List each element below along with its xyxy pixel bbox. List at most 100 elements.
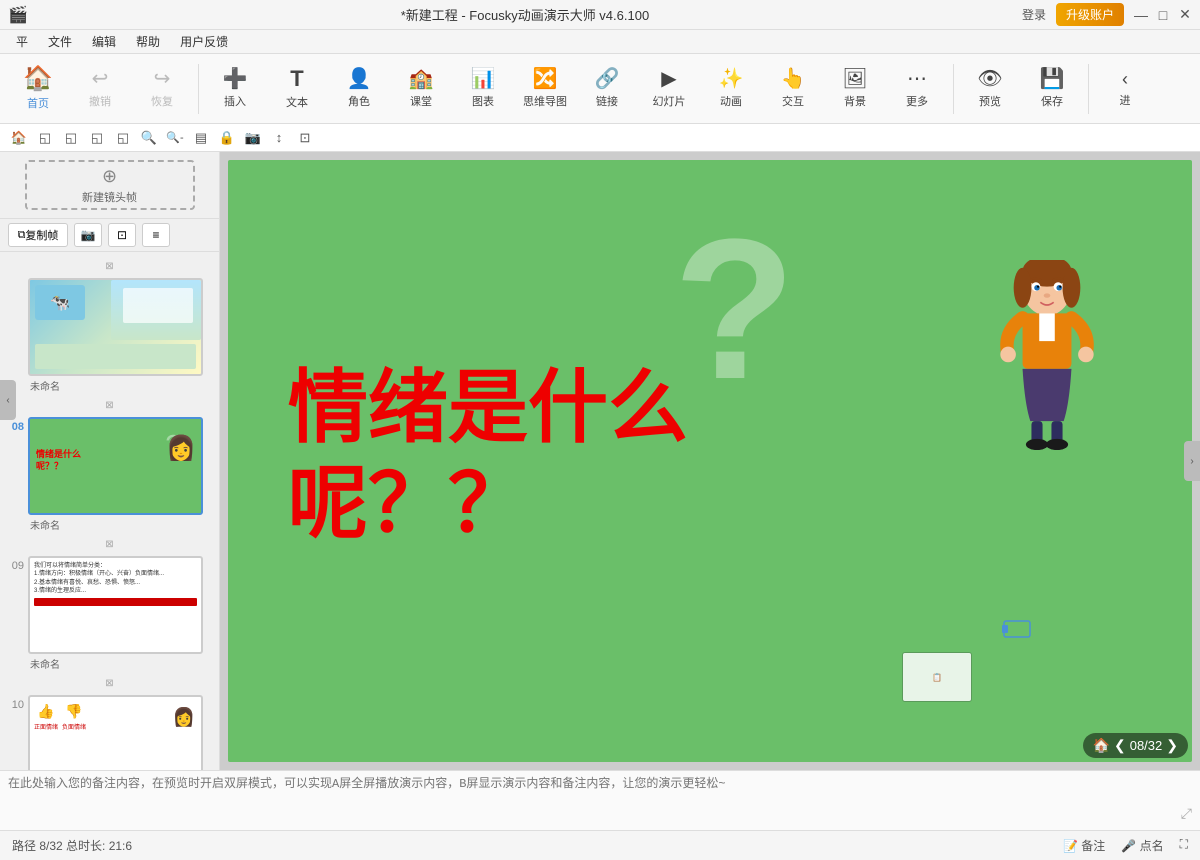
slide-thumbnail-9[interactable]: 我们可以将情绪简单分类： 1.情绪方向：积极情绪（开心、兴奋）负面情绪... 2… [28, 556, 203, 654]
sec-layout-btn[interactable]: ▤ [190, 127, 212, 149]
toolbar-classroom-label: 课堂 [410, 93, 432, 109]
sec-grid-btn[interactable]: ⊡ [294, 127, 316, 149]
notes-input[interactable] [8, 776, 1192, 826]
sec-align4-btn[interactable]: ◱ [112, 127, 134, 149]
slide-thumbnail-container-8[interactable]: ? 👩 情绪是什么 呢？？ 未命名 [28, 417, 215, 532]
copy-icon: ⧉ [18, 229, 26, 242]
slide-item-8[interactable]: 08 ? 👩 情绪是什么 呢？？ 未命名 [4, 415, 215, 534]
new-frame-button[interactable]: ⊕ 新建镜头帧 [25, 160, 195, 210]
slide-thumbnail-container-7[interactable]: 🐄 未命名 [28, 278, 215, 393]
slide-label-7: 未命名 [28, 378, 215, 393]
canvas[interactable]: ? 情绪是什么 呢？？ [228, 160, 1192, 762]
toolbar-more-label: 更多 [906, 93, 928, 109]
toolbar-chart[interactable]: 📊 图表 [453, 57, 513, 121]
menu-feedback[interactable]: 用户反馈 [172, 31, 236, 52]
fullscreen-btn[interactable]: ⛶ [1180, 837, 1188, 854]
sec-align1-btn[interactable]: ◱ [34, 127, 56, 149]
menu-file[interactable]: 文件 [40, 31, 80, 52]
nav-home-btn[interactable]: 🏠 [1093, 737, 1110, 754]
sec-zoom-out-btn[interactable]: 🔍- [164, 127, 186, 149]
slide-item-9[interactable]: 09 我们可以将情绪简单分类： 1.情绪方向：积极情绪（开心、兴奋）负面情绪..… [4, 554, 215, 673]
menu-ping[interactable]: 平 [8, 31, 36, 52]
menu-edit[interactable]: 编辑 [84, 31, 124, 52]
toolbar-undo[interactable]: ↩ 撤销 [70, 57, 130, 121]
toolbar-insert[interactable]: ➕ 插入 [205, 57, 265, 121]
slide-thumbnail-7[interactable]: 🐄 [28, 278, 203, 376]
close-button[interactable]: ✕ [1178, 8, 1192, 22]
slide-separator-7: ⊠ [4, 256, 215, 276]
toolbar-text[interactable]: T 文本 [267, 57, 327, 121]
nav-next-btn[interactable]: ❯ [1166, 737, 1178, 754]
slide-thumbnail-8[interactable]: ? 👩 情绪是什么 呢？？ [28, 417, 203, 515]
slideshow-icon: ▶ [661, 69, 676, 89]
toolbar-mindmap[interactable]: 🔀 思维导图 [515, 57, 575, 121]
options-frame-btn[interactable]: ≡ [142, 223, 170, 247]
toolbar-preview[interactable]: 👁 预览 [960, 57, 1020, 121]
sec-align3-btn[interactable]: ◱ [86, 127, 108, 149]
sec-lock-btn[interactable]: 🔒 [216, 127, 238, 149]
toolbar-redo-label: 恢复 [151, 93, 173, 109]
toolbar-background[interactable]: 🖼 背景 [825, 57, 885, 121]
sidebar-collapse-button[interactable]: ‹ [0, 380, 16, 420]
separator-icon-9: ⊠ [105, 539, 113, 550]
toolbar: 🏠 首页 ↩ 撤销 ↪ 恢复 ➕ 插入 T 文本 👤 角色 🏫 课堂 📊 图表 … [0, 54, 1200, 124]
slide-thumbnail-container-9[interactable]: 我们可以将情绪简单分类： 1.情绪方向：积极情绪（开心、兴奋）负面情绪... 2… [28, 556, 215, 671]
toolbar-classroom[interactable]: 🏫 课堂 [391, 57, 451, 121]
link-icon: 🔗 [595, 69, 620, 89]
toolbar-undo-label: 撤销 [89, 93, 111, 109]
new-frame-label: 新建镜头帧 [82, 189, 137, 205]
undo-icon: ↩ [92, 69, 109, 89]
notes-area: ⤢ [0, 770, 1200, 830]
character-icon: 👤 [347, 69, 372, 89]
slide-item-7[interactable]: 🐄 未命名 [4, 276, 215, 395]
toolbar-redo[interactable]: ↪ 恢复 [132, 57, 192, 121]
separator-icon-10: ⊠ [105, 678, 113, 689]
home-icon: 🏠 [23, 67, 53, 91]
toolbar-character[interactable]: 👤 角色 [329, 57, 389, 121]
toolbar-forward[interactable]: ‹ 进 [1095, 57, 1155, 121]
window-controls: — □ ✕ [1134, 8, 1192, 22]
sec-home-btn[interactable]: 🏠 [8, 127, 30, 149]
upgrade-button[interactable]: 升级账户 [1056, 3, 1124, 26]
maximize-button[interactable]: □ [1156, 8, 1170, 22]
minimize-button[interactable]: — [1134, 8, 1148, 22]
sidebar-toolbar: ⧉ 复制帧 📷 ⊡ ≡ [0, 219, 219, 252]
canvas-main-text[interactable]: 情绪是什么 呢？？ [288, 360, 688, 552]
toolbar-animation[interactable]: ✨ 动画 [701, 57, 761, 121]
toolbar-home[interactable]: 🏠 首页 [8, 57, 68, 121]
sec-zoom-in-btn[interactable]: 🔍 [138, 127, 160, 149]
slide-separator-9: ⊠ [4, 534, 215, 554]
sec-align2-btn[interactable]: ◱ [60, 127, 82, 149]
toolbar-insert-label: 插入 [224, 93, 246, 109]
sec-resize-btn[interactable]: ↕ [268, 127, 290, 149]
slide-number-10: 10 [4, 695, 24, 711]
camera-frame-btn[interactable]: 📷 [74, 223, 102, 247]
toolbar-slideshow[interactable]: ▶ 幻灯片 [639, 57, 699, 121]
toolbar-preview-label: 预览 [979, 93, 1001, 109]
toolbar-interact[interactable]: 👆 交互 [763, 57, 823, 121]
toolbar-save[interactable]: 💾 保存 [1022, 57, 1082, 121]
menu-help[interactable]: 帮助 [128, 31, 168, 52]
rename-status-btn[interactable]: 🎤 点名 [1121, 837, 1163, 854]
notes-expand-icon[interactable]: ⤢ [1181, 805, 1192, 822]
nav-prev-btn[interactable]: ❮ [1114, 737, 1126, 754]
toolbar-interact-label: 交互 [782, 93, 804, 109]
slide-item-10[interactable]: 10 👍 正面情绪 👎 负面情绪 👩 [4, 693, 215, 770]
toolbar-link[interactable]: 🔗 链接 [577, 57, 637, 121]
slide-thumbnail-container-10[interactable]: 👍 正面情绪 👎 负面情绪 👩 情绪 [28, 695, 215, 770]
status-bar: 路径 8/32 总时长: 21:6 📝 备注 🎤 点名 ⛶ [0, 830, 1200, 860]
slide-label-9: 未命名 [28, 656, 215, 671]
toolbar-more[interactable]: ⋯ 更多 [887, 57, 947, 121]
thumb-text: 情绪是什么 呢？？ [36, 449, 81, 472]
login-button[interactable]: 登录 [1022, 6, 1046, 23]
copy-frame-btn[interactable]: ⧉ 复制帧 [8, 223, 68, 247]
sec-camera-btn[interactable]: 📷 [242, 127, 264, 149]
forward-icon: ‹ [1122, 70, 1128, 88]
fit-frame-btn[interactable]: ⊡ [108, 223, 136, 247]
slide-thumbnail-10[interactable]: 👍 正面情绪 👎 负面情绪 👩 情绪 [28, 695, 203, 770]
canvas-wrapper: ? 情绪是什么 呢？？ [220, 152, 1200, 770]
more-icon: ⋯ [907, 69, 927, 89]
note-status-btn[interactable]: 📝 备注 [1063, 837, 1105, 854]
nav-page-indicator: 08/32 [1130, 738, 1163, 753]
right-panel-expand-button[interactable]: › [1184, 441, 1200, 481]
